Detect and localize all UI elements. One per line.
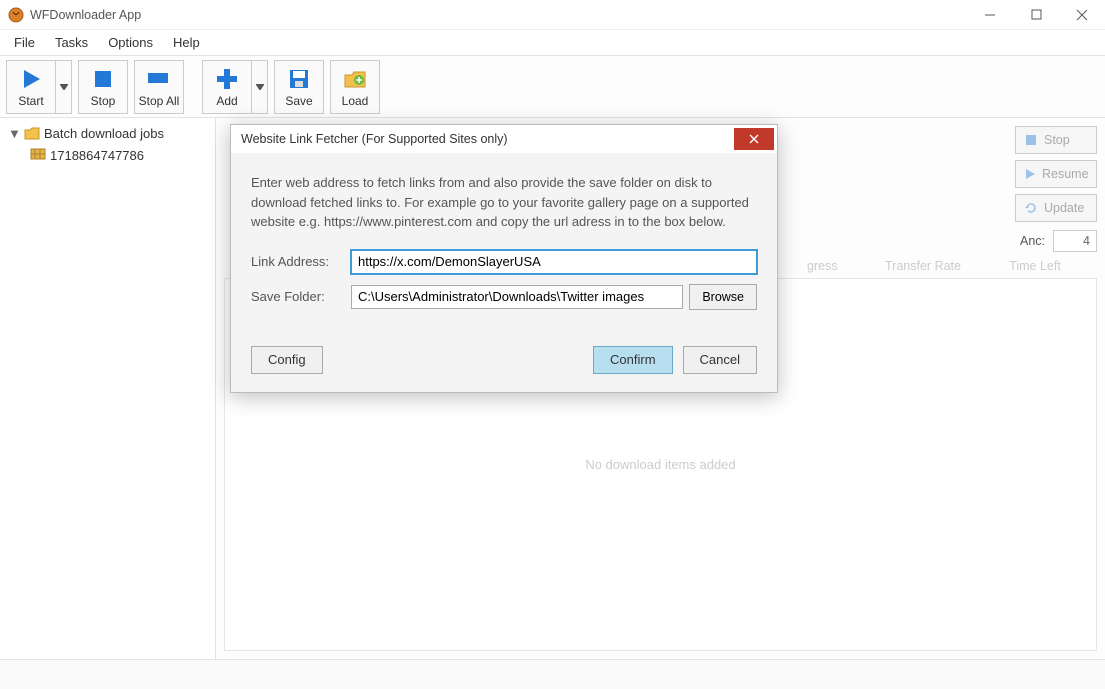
tree-item[interactable]: 1718864747786 bbox=[0, 144, 215, 166]
column-headers: gress Transfer Rate Time Left bbox=[807, 259, 1091, 273]
tree-twisty-icon: ▼ bbox=[8, 126, 20, 141]
floppy-icon bbox=[286, 66, 312, 92]
tree-root-label: Batch download jobs bbox=[44, 126, 164, 141]
play-small-icon bbox=[1024, 167, 1036, 181]
right-resume-label: Resume bbox=[1042, 167, 1089, 181]
load-label: Load bbox=[342, 94, 369, 108]
add-button[interactable]: Add bbox=[202, 60, 252, 114]
save-label: Save bbox=[285, 94, 312, 108]
col-progress: gress bbox=[807, 259, 867, 273]
dialog-body: Enter web address to fetch links from an… bbox=[231, 153, 777, 330]
dialog-titlebar: Website Link Fetcher (For Supported Site… bbox=[231, 125, 777, 153]
stopall-label: Stop All bbox=[139, 94, 180, 108]
save-folder-row: Save Folder: Browse bbox=[251, 284, 757, 310]
link-address-row: Link Address: bbox=[251, 250, 757, 274]
link-fetcher-dialog: Website Link Fetcher (For Supported Site… bbox=[230, 124, 778, 393]
refresh-icon bbox=[1024, 201, 1038, 215]
dialog-footer: Config Confirm Cancel bbox=[231, 330, 777, 392]
stop-button[interactable]: Stop bbox=[78, 60, 128, 114]
play-icon bbox=[18, 66, 44, 92]
start-dropdown[interactable] bbox=[56, 60, 72, 114]
link-address-label: Link Address: bbox=[251, 254, 351, 269]
dialog-title: Website Link Fetcher (For Supported Site… bbox=[241, 132, 508, 146]
folder-load-icon bbox=[342, 66, 368, 92]
stop-icon bbox=[90, 66, 116, 92]
right-update-button[interactable]: Update bbox=[1015, 194, 1097, 222]
dialog-intro: Enter web address to fetch links from an… bbox=[251, 173, 757, 232]
right-stop-button[interactable]: Stop bbox=[1015, 126, 1097, 154]
titlebar: WFDownloader App bbox=[0, 0, 1105, 30]
add-label: Add bbox=[216, 94, 237, 108]
job-icon bbox=[30, 148, 46, 162]
stop-label: Stop bbox=[91, 94, 116, 108]
toolbar: Start Stop Stop All Add Save Load bbox=[0, 56, 1105, 118]
start-label: Start bbox=[18, 94, 43, 108]
cancel-button[interactable]: Cancel bbox=[683, 346, 757, 374]
anc-value[interactable]: 4 bbox=[1053, 230, 1097, 252]
close-button[interactable] bbox=[1059, 0, 1105, 30]
folder-icon bbox=[24, 126, 40, 140]
app-icon bbox=[8, 7, 24, 23]
browse-button[interactable]: Browse bbox=[689, 284, 757, 310]
anc-row: Anc: 4 bbox=[1020, 230, 1097, 252]
col-rate: Transfer Rate bbox=[867, 259, 979, 273]
empty-text: No download items added bbox=[585, 457, 735, 472]
menu-tasks[interactable]: Tasks bbox=[45, 31, 98, 54]
stopall-button[interactable]: Stop All bbox=[134, 60, 184, 114]
dialog-close-button[interactable] bbox=[734, 128, 774, 150]
menubar: File Tasks Options Help bbox=[0, 30, 1105, 56]
sidebar: ▼ Batch download jobs 1718864747786 bbox=[0, 118, 216, 659]
add-dropdown[interactable] bbox=[252, 60, 268, 114]
plus-icon bbox=[214, 66, 240, 92]
tree-item-label: 1718864747786 bbox=[50, 148, 144, 163]
stopall-icon bbox=[146, 66, 172, 92]
config-button[interactable]: Config bbox=[251, 346, 323, 374]
right-stop-label: Stop bbox=[1044, 133, 1070, 147]
col-time: Time Left bbox=[979, 259, 1091, 273]
load-button[interactable]: Load bbox=[330, 60, 380, 114]
minimize-button[interactable] bbox=[967, 0, 1013, 30]
statusbar bbox=[0, 659, 1105, 689]
link-address-input[interactable] bbox=[351, 250, 757, 274]
window-title: WFDownloader App bbox=[30, 8, 141, 22]
confirm-button[interactable]: Confirm bbox=[593, 346, 673, 374]
stop-small-icon bbox=[1024, 133, 1038, 147]
right-panel: Stop Resume Update bbox=[1015, 126, 1097, 222]
right-update-label: Update bbox=[1044, 201, 1084, 215]
menu-file[interactable]: File bbox=[4, 31, 45, 54]
save-button[interactable]: Save bbox=[274, 60, 324, 114]
window-controls bbox=[967, 0, 1105, 30]
anc-label: Anc: bbox=[1020, 234, 1045, 248]
tree-root[interactable]: ▼ Batch download jobs bbox=[0, 122, 215, 144]
maximize-button[interactable] bbox=[1013, 0, 1059, 30]
menu-help[interactable]: Help bbox=[163, 31, 210, 54]
right-resume-button[interactable]: Resume bbox=[1015, 160, 1097, 188]
start-button[interactable]: Start bbox=[6, 60, 56, 114]
save-folder-label: Save Folder: bbox=[251, 289, 351, 304]
save-folder-input[interactable] bbox=[351, 285, 683, 309]
menu-options[interactable]: Options bbox=[98, 31, 163, 54]
